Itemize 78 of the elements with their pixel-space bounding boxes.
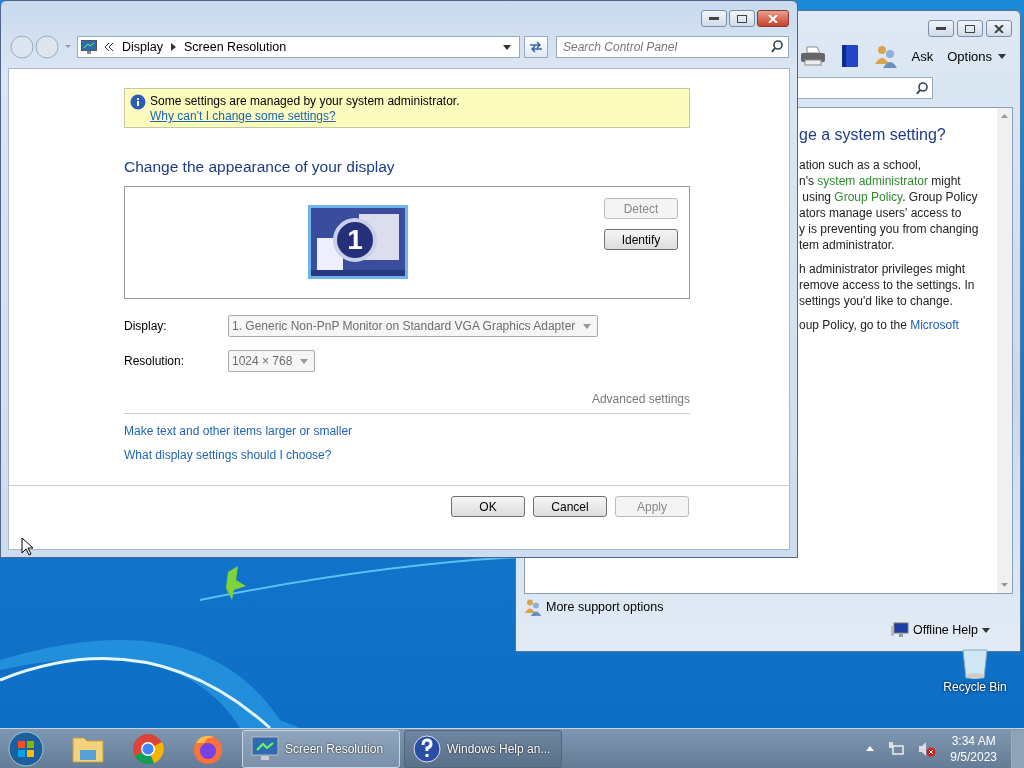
breadcrumb-item[interactable]: Screen Resolution (184, 40, 287, 54)
maximize-button[interactable] (957, 20, 983, 37)
close-button[interactable] (986, 20, 1012, 37)
notice-link[interactable]: Why can't I change some settings? (150, 109, 336, 123)
offline-help-menu[interactable]: Offline Help (890, 622, 990, 638)
dropdown-arrow-icon[interactable] (503, 44, 511, 50)
search-field[interactable] (797, 77, 933, 99)
help-text-line: h administrator privileges might (799, 261, 967, 277)
minimize-button[interactable] (928, 20, 954, 37)
breadcrumb-item[interactable]: Display (122, 40, 163, 54)
recycle-bin-icon[interactable] (960, 648, 990, 680)
page-heading: Change the appearance of your display (124, 158, 396, 176)
maximize-icon (965, 24, 975, 33)
dialog-button[interactable]: Cancel (533, 496, 607, 517)
field-label: Resolution: (124, 354, 186, 368)
clock[interactable]: 3:34 AM 9/5/2023 (950, 732, 997, 765)
help-link[interactable]: What display settings should I choose? (124, 448, 332, 462)
help-heading: ge a system setting? (799, 126, 947, 144)
taskbar-button[interactable]: Windows Help an... (404, 729, 562, 768)
dropdown-arrow-icon (583, 323, 592, 329)
close-icon (768, 14, 778, 23)
help-text-line: ation such as a school, (799, 157, 923, 173)
scrollbar[interactable] (997, 108, 1012, 593)
scroll-down-icon (1001, 583, 1008, 587)
more-support-link[interactable]: More support options (524, 598, 664, 616)
caret-icon (998, 53, 1006, 59)
maximize-button[interactable] (729, 10, 755, 27)
help-text-line: oup Policy, go to the Microsoft (799, 317, 960, 333)
display-icon (251, 735, 279, 762)
help-text-line: tem administrator. (799, 237, 896, 253)
monitor-icon (890, 622, 909, 638)
help-text-line: ators manage users' access to (799, 205, 963, 221)
search-icon (771, 40, 783, 53)
minimize-icon (709, 16, 719, 21)
refresh-icon (528, 40, 544, 54)
caret-icon (982, 627, 990, 633)
caret-icon (171, 43, 176, 51)
scroll-up-icon (1001, 114, 1008, 118)
search-icon (916, 81, 928, 95)
help-link[interactable]: Microsoft (910, 318, 959, 332)
maximize-icon (737, 14, 747, 23)
network-icon[interactable] (888, 740, 905, 757)
display-icon (81, 39, 97, 55)
help-text-line: using Group Policy. Group Policy (801, 189, 979, 205)
monitor-tile[interactable]: 1 (308, 205, 408, 279)
ask-button[interactable]: Ask (911, 48, 934, 64)
chevron-icon (105, 43, 114, 51)
people-icon[interactable] (873, 44, 898, 68)
help-link[interactable]: system administrator (817, 174, 928, 188)
notice-text: Some settings are managed by your system administrator. (150, 94, 460, 108)
minimize-button[interactable] (701, 10, 727, 27)
options-menu[interactable]: Options (947, 48, 1006, 64)
people-icon (524, 598, 542, 616)
field-label: Display: (124, 319, 168, 333)
chrome-icon[interactable] (132, 732, 164, 765)
help-icon (413, 734, 441, 763)
dropdown-arrow-icon (300, 358, 309, 364)
help-text-line: settings you'd like to change. (799, 293, 954, 309)
help-link[interactable]: Make text and other items larger or smaller (124, 424, 353, 438)
start-button[interactable] (8, 730, 44, 767)
close-button[interactable] (757, 10, 789, 27)
tray-expand-icon[interactable] (866, 746, 875, 751)
search-field[interactable]: Search Control Panel (556, 36, 789, 58)
help-text-line: n's system administrator might (799, 173, 962, 189)
refresh-button[interactable] (524, 36, 548, 58)
help-text-line: remove access to the settings. In (799, 277, 976, 293)
help-text-line: y is preventing you from changing (799, 221, 980, 237)
minimize-icon (936, 26, 946, 31)
info-icon (130, 94, 146, 110)
close-icon (994, 24, 1004, 33)
leaf-icon (226, 566, 246, 600)
muted-speaker-icon[interactable] (918, 740, 937, 757)
printer-icon[interactable] (799, 45, 826, 67)
dialog-button[interactable]: OK (451, 496, 525, 517)
address-bar[interactable]: Display Screen Resolution (77, 36, 520, 58)
book-icon[interactable] (839, 44, 860, 68)
monitor-button[interactable]: Identify (604, 229, 678, 250)
desktop-icon-label[interactable]: Recycle Bin (943, 680, 1007, 694)
